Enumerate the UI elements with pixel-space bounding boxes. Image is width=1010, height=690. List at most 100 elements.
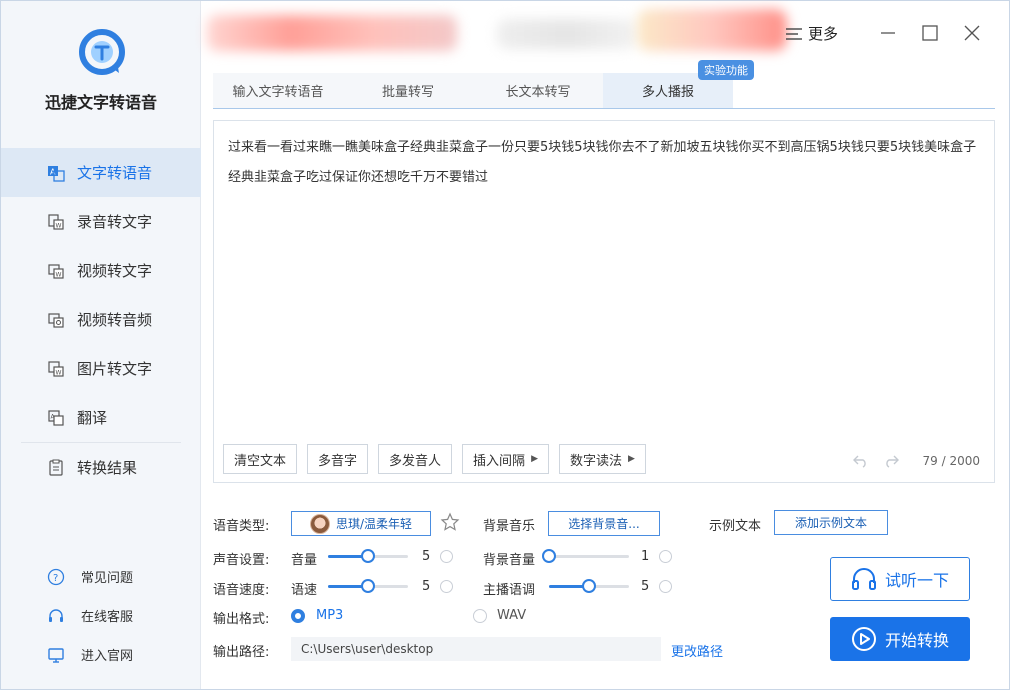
wav-label: WAV (497, 608, 527, 623)
image-text-icon: W (47, 360, 65, 378)
char-count: 79 / 2000 (922, 454, 980, 468)
maximize-icon[interactable] (920, 23, 940, 43)
link-label: 进入官网 (81, 649, 134, 664)
bg-volume-slider[interactable] (542, 549, 629, 563)
headset-icon (47, 607, 65, 625)
preview-label: 试听一下 (884, 571, 949, 590)
polyphone-button[interactable]: 多音字 (307, 444, 369, 474)
speed-slider[interactable] (328, 579, 408, 593)
sidebar-item-label: 视频转音频 (77, 311, 153, 329)
sidebar-item-video-to-audio[interactable]: 视频转音频 (1, 295, 201, 344)
volume-value: 5 (422, 549, 431, 564)
text-to-speech-icon: A (47, 164, 65, 182)
change-path-link[interactable]: 更改路径 (671, 641, 723, 660)
sidebar-item-label: 翻译 (77, 409, 108, 427)
play-circle-icon (851, 627, 876, 651)
editor-text[interactable]: 过来看一看过来瞧一瞧美味盒子经典韭菜盒子一份只要5块钱5块钱你去不了新加坡五块钱… (228, 133, 988, 193)
bgm-label: 背景音乐 (483, 519, 536, 534)
wav-radio[interactable] (473, 609, 487, 623)
slider-knob[interactable] (361, 579, 375, 593)
sidebar-item-label: 文字转语音 (77, 164, 153, 182)
undo-icon[interactable] (851, 452, 871, 470)
voice-select-button[interactable]: 思琪/温柔年轻 (291, 511, 431, 536)
voice-name: 思琪/温柔年轻 (336, 517, 413, 531)
voice-type-label: 语音类型: (213, 519, 270, 534)
triangle-right-icon: ▶ (628, 454, 635, 464)
start-convert-button[interactable]: 开始转换 (830, 617, 970, 661)
format-label: 输出格式: (213, 612, 270, 627)
tone-value: 5 (641, 579, 650, 594)
sidebar-item-video-to-text[interactable]: W 视频转文字 (1, 246, 201, 295)
translate-icon: A (47, 409, 65, 427)
sidebar-nav: A 文字转语音 W 录音转文字 W 视频转文字 视频转音频 W 图片转文字 A … (1, 148, 201, 492)
multi-speaker-button[interactable]: 多发音人 (378, 444, 453, 474)
tab-batch[interactable]: 批量转写 (343, 73, 473, 108)
slider-knob[interactable] (361, 549, 375, 563)
speed-sub-label: 语速 (291, 583, 318, 598)
sidebar: 迅捷文字转语音 A 文字转语音 W 录音转文字 W 视频转文字 视频转音频 W … (1, 1, 201, 689)
sidebar-item-label: 视频转文字 (77, 262, 153, 280)
link-label: 常见问题 (81, 571, 134, 586)
sidebar-item-text-to-speech[interactable]: A 文字转语音 (1, 148, 201, 197)
question-icon: ? (47, 568, 65, 586)
sidebar-item-translate[interactable]: A 翻译 (1, 393, 201, 442)
more-label: 更多 (808, 25, 839, 43)
sidebar-item-recording-to-text[interactable]: W 录音转文字 (1, 197, 201, 246)
close-icon[interactable] (962, 23, 982, 43)
mode-tabs: 输入文字转语音 批量转写 长文本转写 多人播报 (213, 73, 995, 109)
button-label: 数字读法 (569, 453, 622, 469)
sidebar-item-label: 录音转文字 (77, 213, 153, 231)
recording-icon: W (47, 213, 65, 231)
preview-button[interactable]: 试听一下 (830, 557, 970, 601)
link-online-support[interactable]: 在线客服 (1, 596, 201, 635)
editor-toolbar: 清空文本 多音字 多发音人 插入间隔 ▶ 数字读法 ▶ (223, 444, 656, 474)
sidebar-item-image-to-text[interactable]: W 图片转文字 (1, 344, 201, 393)
headphones-icon (851, 568, 876, 590)
number-reading-button[interactable]: 数字读法 ▶ (558, 444, 646, 474)
button-label: 清空文本 (234, 453, 287, 469)
app-window: 迅捷文字转语音 A 文字转语音 W 录音转文字 W 视频转文字 视频转音频 W … (0, 0, 1010, 690)
reset-icon[interactable] (659, 580, 672, 593)
path-label: 输出路径: (213, 645, 270, 660)
select-bgm-button[interactable]: 选择背景音... (548, 511, 660, 536)
sound-settings-label: 声音设置: (213, 553, 270, 568)
link-official-site[interactable]: 进入官网 (1, 635, 201, 674)
redo-icon[interactable] (881, 452, 901, 470)
add-example-button[interactable]: 添加示例文本 (774, 510, 888, 535)
link-label: 在线客服 (81, 610, 134, 625)
insert-pause-button[interactable]: 插入间隔 ▶ (462, 444, 549, 474)
bg-volume-value: 1 (641, 549, 650, 564)
tone-slider[interactable] (549, 579, 629, 593)
result-icon (47, 459, 65, 477)
video-text-icon: W (47, 262, 65, 280)
slider-knob[interactable] (542, 549, 556, 563)
text-editor[interactable]: 过来看一看过来瞧一瞧美味盒子经典韭菜盒子一份只要5块钱5块钱你去不了新加坡五块钱… (213, 120, 995, 483)
tone-label: 主播语调 (483, 583, 536, 598)
menu-icon (786, 27, 802, 40)
reset-icon[interactable] (440, 580, 453, 593)
undo-redo (851, 452, 911, 470)
mp3-radio[interactable] (291, 609, 305, 623)
mp3-label: MP3 (316, 608, 344, 623)
clear-text-button[interactable]: 清空文本 (223, 444, 298, 474)
star-icon[interactable] (440, 512, 460, 532)
example-text-label: 示例文本 (709, 519, 762, 534)
output-path-input[interactable] (291, 637, 661, 661)
more-menu-button[interactable]: 更多 (786, 23, 838, 44)
minimize-icon[interactable] (878, 23, 898, 43)
volume-label: 音量 (291, 553, 318, 568)
sidebar-item-results[interactable]: 转换结果 (1, 443, 201, 492)
reset-icon[interactable] (440, 550, 453, 563)
slider-knob[interactable] (582, 579, 596, 593)
button-label: 插入间隔 (473, 453, 526, 469)
tab-long-text[interactable]: 长文本转写 (473, 73, 603, 108)
link-faq[interactable]: ? 常见问题 (1, 557, 201, 596)
sidebar-item-label: 转换结果 (77, 459, 138, 477)
button-label: 多音字 (318, 453, 358, 469)
volume-slider[interactable] (328, 549, 408, 563)
svg-text:W: W (56, 222, 62, 229)
char-count-current: 79 (922, 454, 938, 468)
help-links: ? 常见问题 在线客服 进入官网 (1, 557, 201, 674)
tab-input-text[interactable]: 输入文字转语音 (213, 73, 343, 108)
reset-icon[interactable] (659, 550, 672, 563)
